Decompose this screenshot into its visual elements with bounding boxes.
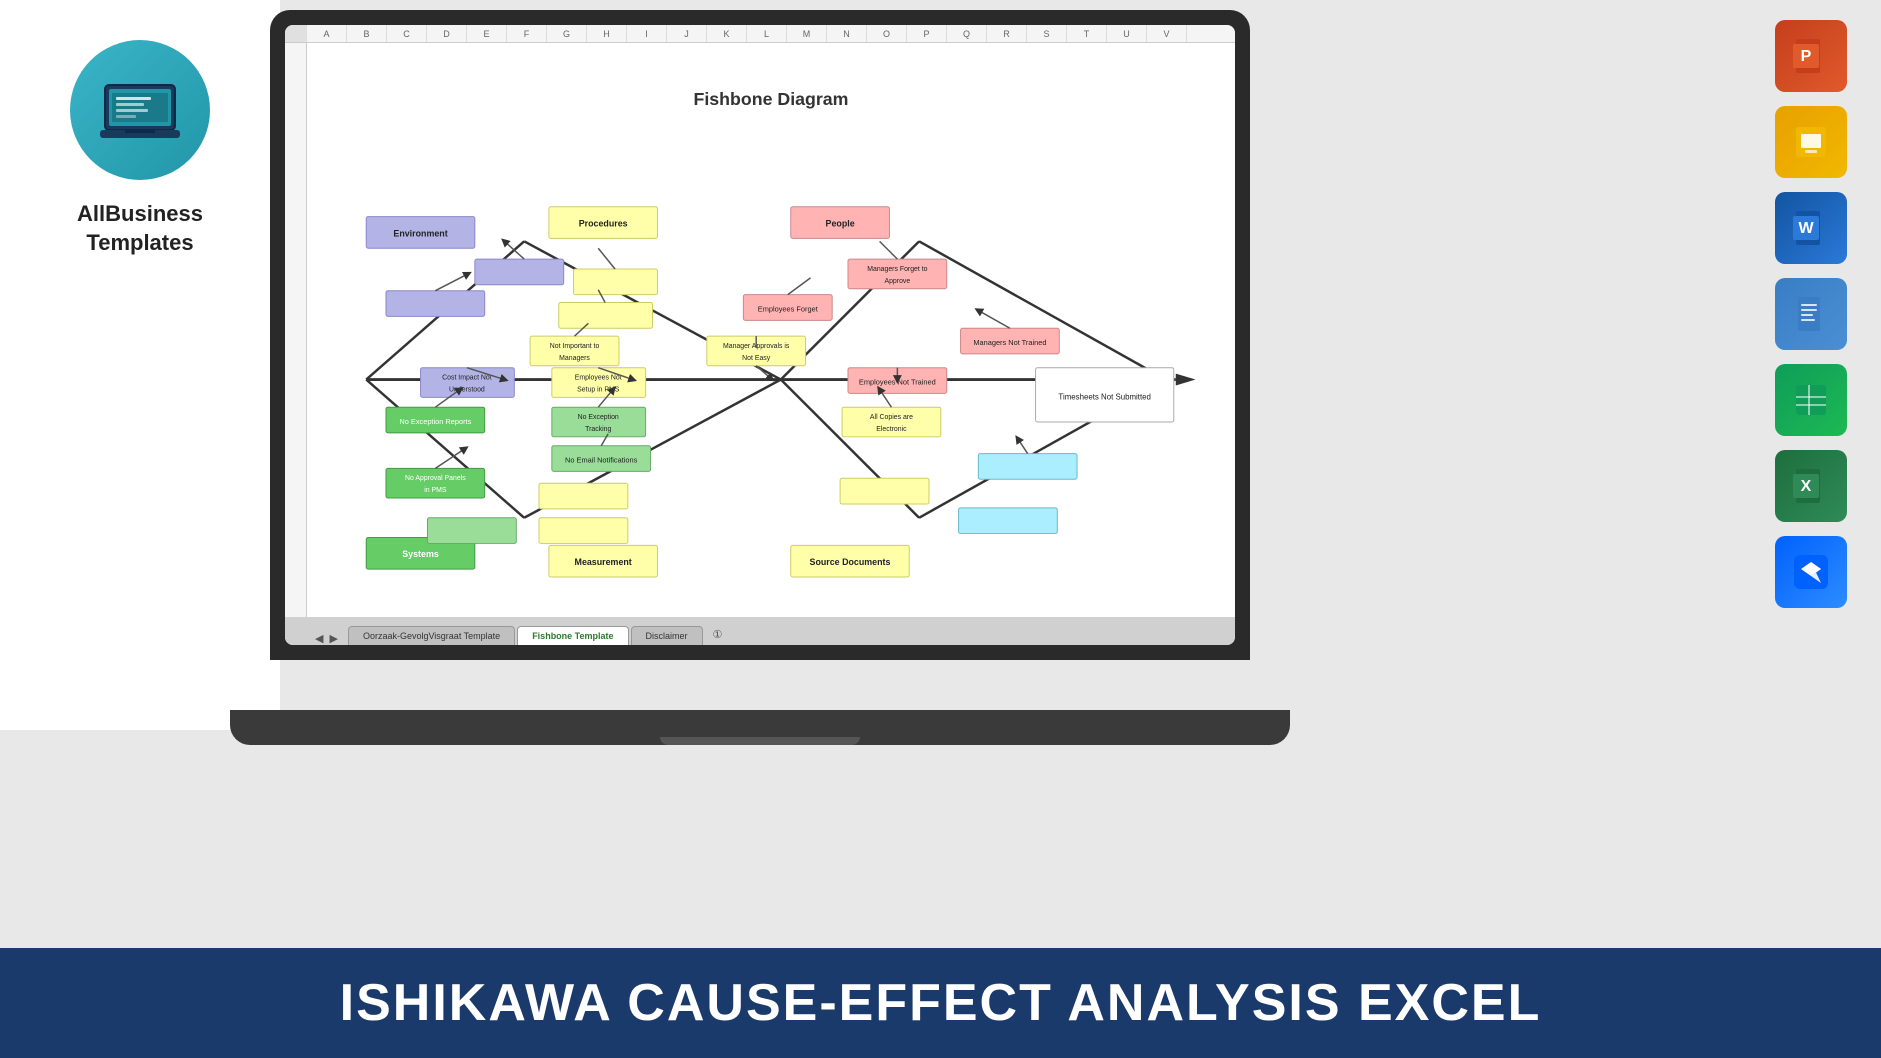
word-icon[interactable]: W (1775, 192, 1847, 264)
col-o: O (867, 25, 907, 42)
svg-text:Approve: Approve (884, 278, 910, 285)
col-l: L (747, 25, 787, 42)
laptop-wrapper: A B C D E F G H I J K L M N O P Q (270, 10, 1270, 710)
svg-text:Tracking: Tracking (585, 426, 611, 433)
docs-icon[interactable] (1775, 278, 1847, 350)
col-t: T (1067, 25, 1107, 42)
tab-oorzaak[interactable]: Oorzaak-GevolgVisgraat Template (348, 626, 515, 645)
svg-text:All Copies are: All Copies are (870, 414, 913, 421)
col-k: K (707, 25, 747, 42)
svg-text:Not Important to: Not Important to (550, 343, 600, 350)
tab-disclaimer[interactable]: Disclaimer (631, 626, 703, 645)
col-f: F (507, 25, 547, 42)
svg-text:Timesheets Not Submitted: Timesheets Not Submitted (1058, 392, 1151, 401)
svg-text:Procedures: Procedures (579, 219, 628, 229)
diagram-title: Fishbone Diagram (694, 89, 849, 109)
tab-bar: ◀ ▶ Oorzaak-GevolgVisgraat Template Fish… (285, 617, 1235, 645)
bottom-banner: ISHIKAWA CAUSE-EFFECT ANALYSIS EXCEL (0, 948, 1881, 1058)
col-u: U (1107, 25, 1147, 42)
laptop-body: A B C D E F G H I J K L M N O P Q (270, 10, 1250, 660)
tab-fishbone[interactable]: Fishbone Template (517, 626, 628, 645)
svg-text:Cost Impact Not: Cost Impact Not (442, 375, 492, 382)
laptop-screen: A B C D E F G H I J K L M N O P Q (285, 25, 1235, 645)
col-h: H (587, 25, 627, 42)
col-q: Q (947, 25, 987, 42)
col-d: D (427, 25, 467, 42)
svg-text:Electronic: Electronic (876, 426, 907, 433)
svg-text:Environment: Environment (393, 228, 447, 238)
col-m: M (787, 25, 827, 42)
row-numbers (285, 43, 307, 645)
left-panel: AllBusiness Templates (0, 0, 280, 730)
svg-text:No Email Notifications: No Email Notifications (565, 455, 638, 464)
main-content: Fishbone Diagram (285, 43, 1235, 645)
col-i: I (627, 25, 667, 42)
svg-text:Source Documents: Source Documents (810, 557, 891, 567)
svg-text:Managers: Managers (559, 355, 590, 362)
svg-text:Managers Not Trained: Managers Not Trained (973, 338, 1046, 347)
col-n: N (827, 25, 867, 42)
svg-text:Not Easy: Not Easy (742, 355, 771, 362)
col-c: C (387, 25, 427, 42)
svg-text:No Exception: No Exception (578, 414, 619, 421)
laptop-icon (100, 80, 180, 140)
brand-name: AllBusiness Templates (77, 200, 203, 257)
col-s: S (1027, 25, 1067, 42)
svg-text:in PMS: in PMS (424, 487, 447, 494)
tab-nav-right[interactable]: ▶ (329, 632, 337, 645)
svg-text:P: P (1801, 48, 1812, 65)
col-p: P (907, 25, 947, 42)
svg-text:People: People (826, 219, 855, 229)
laptop-base (230, 710, 1290, 745)
right-panel: P W (1761, 20, 1861, 608)
svg-text:Employees Not: Employees Not (575, 375, 622, 382)
banner-text: ISHIKAWA CAUSE-EFFECT ANALYSIS EXCEL (340, 973, 1542, 1033)
sheets-icon[interactable] (1775, 364, 1847, 436)
col-v: V (1147, 25, 1187, 42)
column-headers: A B C D E F G H I J K L M N O P Q (285, 25, 1235, 43)
powerpoint-icon[interactable]: P (1775, 20, 1847, 92)
slides-icon[interactable] (1775, 106, 1847, 178)
excel-icon[interactable]: X (1775, 450, 1847, 522)
tab-nav-left[interactable]: ◀ (315, 632, 323, 645)
excel-screen: A B C D E F G H I J K L M N O P Q (285, 25, 1235, 645)
laptop-hinge (660, 737, 860, 745)
col-g: G (547, 25, 587, 42)
svg-text:Measurement: Measurement (575, 557, 632, 567)
fishbone-svg: Fishbone Diagram (307, 73, 1235, 617)
svg-text:No Exception Reports: No Exception Reports (399, 417, 471, 426)
dropbox-icon[interactable] (1775, 536, 1847, 608)
svg-text:Employees Forget: Employees Forget (758, 304, 818, 313)
col-b: B (347, 25, 387, 42)
svg-text:W: W (1798, 220, 1814, 237)
corner-cell (285, 25, 307, 42)
svg-text:Understood: Understood (449, 386, 485, 393)
svg-text:No Approval Panels: No Approval Panels (405, 475, 466, 482)
svg-text:Systems: Systems (402, 549, 439, 559)
col-r: R (987, 25, 1027, 42)
col-j: J (667, 25, 707, 42)
logo-circle (70, 40, 210, 180)
tab-add-button[interactable]: ① (705, 624, 731, 645)
svg-text:Managers Forget to: Managers Forget to (867, 266, 927, 273)
svg-text:X: X (1801, 478, 1812, 495)
diagram-area: Fishbone Diagram (307, 43, 1235, 645)
col-e: E (467, 25, 507, 42)
col-a: A (307, 25, 347, 42)
